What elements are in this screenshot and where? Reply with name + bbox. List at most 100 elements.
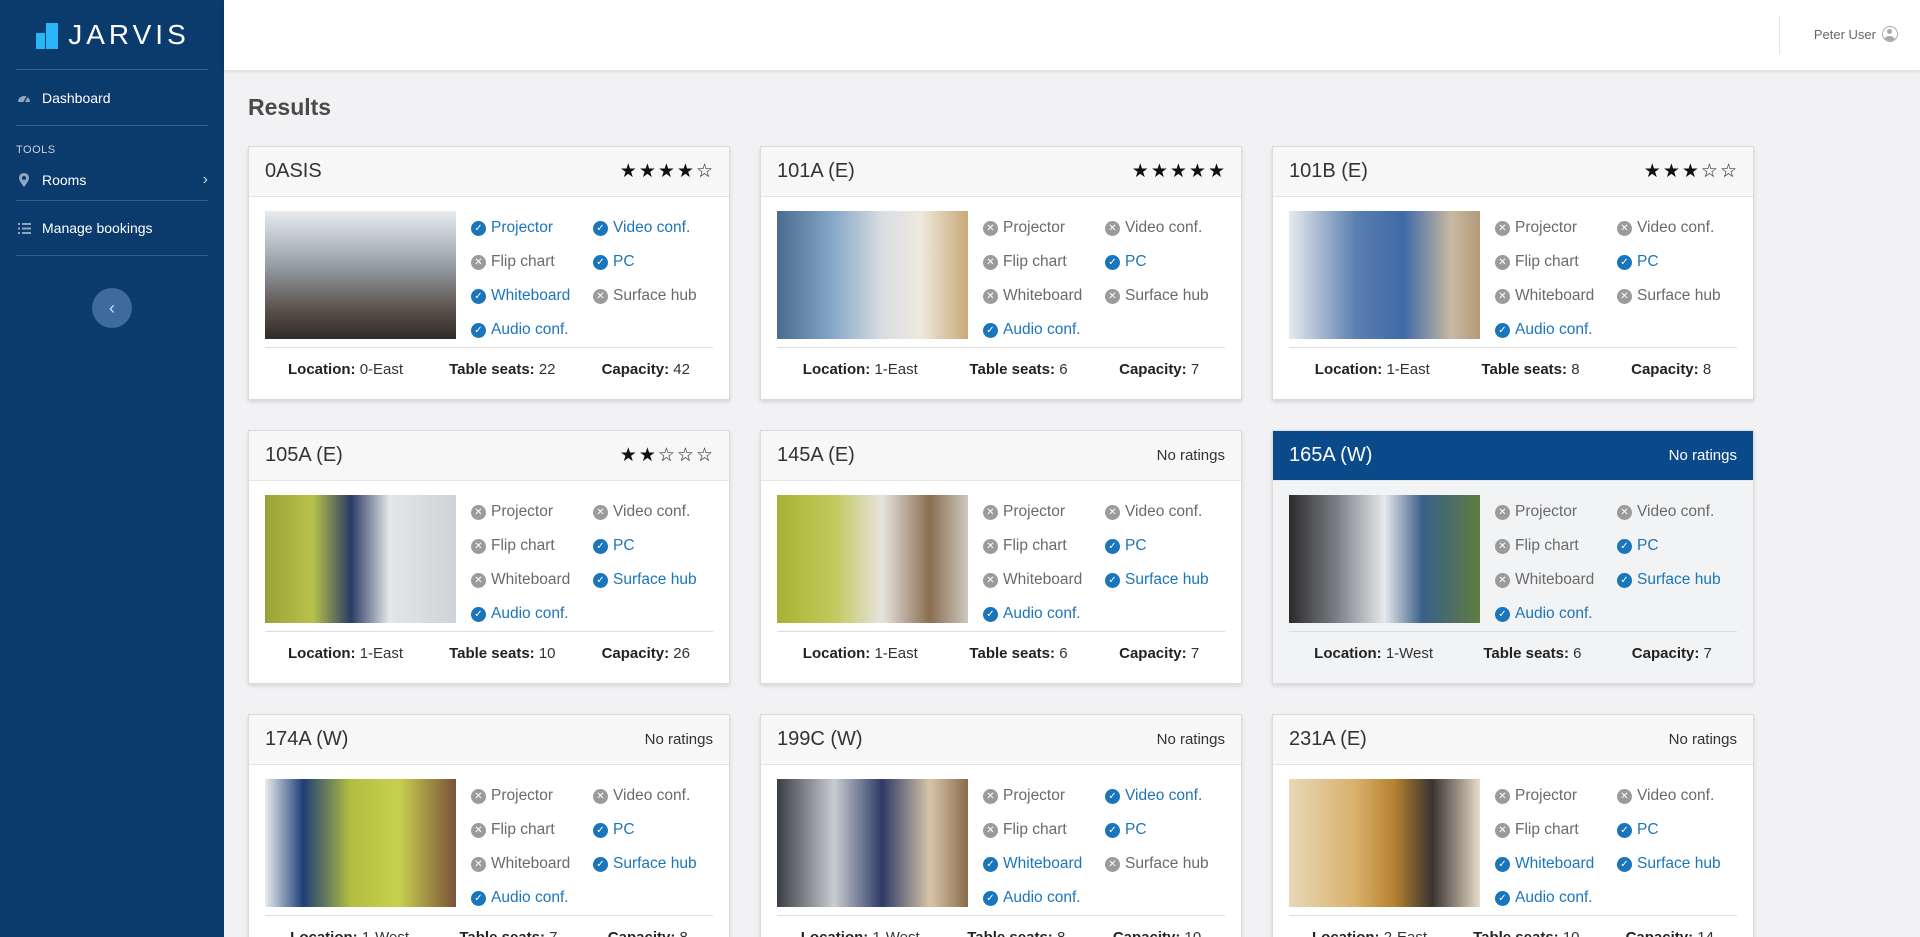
feature-whiteboard: ✕ Whiteboard xyxy=(1495,279,1594,313)
room-card[interactable]: 145A (E) No ratings ✕ Projector ✕ Flip chart ✕… xyxy=(760,430,1242,684)
table-seats-value: 6 xyxy=(1573,645,1582,662)
x-circle-icon: ✕ xyxy=(983,504,998,520)
sidebar-item-rooms[interactable]: Rooms › xyxy=(16,160,208,200)
location-label: Location: xyxy=(288,361,356,378)
table-seats-value: 6 xyxy=(1059,645,1068,662)
room-card-header: 165A (W) No ratings xyxy=(1273,431,1753,481)
location-label: Location: xyxy=(1312,929,1380,937)
feature-label: Flip chart xyxy=(1515,821,1579,838)
table-seats-label: Table seats: xyxy=(1483,645,1569,662)
capacity-value: 42 xyxy=(673,361,690,378)
feature-list-right: ✕ Video conf. ✓ PC ✓ Surface hub xyxy=(593,495,697,597)
table-seats-label: Table seats: xyxy=(459,929,545,937)
check-circle-icon: ✓ xyxy=(983,890,998,906)
feature-label: Audio conf. xyxy=(1515,605,1593,622)
feature-label: Projector xyxy=(1003,787,1066,804)
feature-list-left: ✕ Projector ✕ Flip chart ✕ Whiteboard ✓ Audio c… xyxy=(1495,495,1594,631)
feature-whiteboard: ✕ Whiteboard xyxy=(983,279,1082,313)
x-circle-icon: ✕ xyxy=(471,504,486,520)
feature-flip-chart: ✕ Flip chart xyxy=(1495,245,1594,279)
feature-label: Video conf. xyxy=(1125,787,1203,804)
feature-label: Whiteboard xyxy=(1003,287,1083,304)
room-card[interactable]: 101B (E) ★ ★ ★ ☆ ☆ ✕ Projector ✕ Flip chart ✕ White… xyxy=(1272,146,1754,400)
room-card-body: ✕ Projector ✕ Flip chart ✓ Whiteboard ✓ Audio c… xyxy=(1273,765,1753,915)
location-value: 1-East xyxy=(359,645,404,662)
check-circle-icon: ✓ xyxy=(1617,254,1632,270)
room-card-header: 0ASIS ★ ★ ★ ★ ☆ xyxy=(249,147,729,197)
room-capacity: Capacity: 26 xyxy=(602,645,690,662)
room-location: Location: 1-East xyxy=(288,645,403,662)
capacity-value: 14 xyxy=(1697,929,1714,937)
room-card-footer: Location: 1-East Table seats: 10 Capacity:… xyxy=(265,631,713,675)
feature-whiteboard: ✕ Whiteboard xyxy=(983,563,1082,597)
room-card-footer: Location: 1-West Table seats: 7 Capacity: … xyxy=(265,915,713,937)
location-value: 2-East xyxy=(1384,929,1427,937)
check-circle-icon: ✓ xyxy=(1105,538,1120,554)
feature-pc: ✓ PC xyxy=(593,813,697,847)
app-logo[interactable]: JARVIS xyxy=(16,0,208,70)
room-card[interactable]: 165A (W) No ratings ✕ Projector ✕ Flip chart ✕… xyxy=(1272,430,1754,684)
table-seats-value: 6 xyxy=(1059,361,1068,378)
location-value: 1-East xyxy=(1386,361,1430,378)
room-card[interactable]: 174A (W) No ratings ✕ Projector ✕ Flip chart ✕… xyxy=(248,714,730,937)
feature-video-conf: ✕ Video conf. xyxy=(1617,495,1721,529)
feature-label: Video conf. xyxy=(1637,219,1715,236)
feature-label: Video conf. xyxy=(1637,503,1715,520)
feature-audio-conf: ✓ Audio conf. xyxy=(1495,313,1594,347)
feature-surface-hub: ✓ Surface hub xyxy=(593,563,697,597)
feature-video-conf: ✕ Video conf. xyxy=(593,495,697,529)
room-card-header: 231A (E) No ratings xyxy=(1273,715,1753,765)
table-seats-label: Table seats: xyxy=(1481,361,1568,378)
x-circle-icon: ✕ xyxy=(1495,288,1510,304)
star-empty-icon: ☆ xyxy=(1700,161,1718,182)
feature-flip-chart: ✕ Flip chart xyxy=(983,813,1082,847)
room-photo xyxy=(265,211,456,339)
rating-stars: ★ ★ ★ ☆ ☆ xyxy=(1644,160,1737,183)
feature-label: PC xyxy=(1637,253,1659,270)
sidebar-item-manage-bookings[interactable]: Manage bookings xyxy=(16,200,208,256)
feature-label: Flip chart xyxy=(1515,537,1579,554)
location-label: Location: xyxy=(1314,361,1383,378)
feature-label: Audio conf. xyxy=(491,889,569,906)
check-circle-icon: ✓ xyxy=(983,606,998,622)
feature-label: Projector xyxy=(491,503,554,520)
room-card[interactable]: 105A (E) ★ ★ ☆ ☆ ☆ ✕ Projector ✕ Flip chart ✕ White… xyxy=(248,430,730,684)
feature-video-conf: ✕ Video conf. xyxy=(1617,211,1721,245)
user-menu[interactable]: Peter User xyxy=(1814,26,1898,42)
room-card-footer: Location: 0-East Table seats: 22 Capacity:… xyxy=(265,347,713,391)
table-seats-value: 8 xyxy=(1057,929,1065,937)
feature-label: Audio conf. xyxy=(491,321,569,338)
x-circle-icon: ✕ xyxy=(1495,822,1510,838)
feature-pc: ✓ PC xyxy=(1617,813,1721,847)
check-circle-icon: ✓ xyxy=(471,606,486,622)
divider xyxy=(1779,16,1780,54)
room-name: 145A (E) xyxy=(777,444,855,466)
room-card[interactable]: 0ASIS ★ ★ ★ ★ ☆ ✓ Projector ✕ Flip chart ✓ Whiteboa… xyxy=(248,146,730,400)
feature-label: PC xyxy=(1637,821,1659,838)
room-table-seats: Table seats: 6 xyxy=(969,361,1067,378)
feature-label: Audio conf. xyxy=(491,605,569,622)
x-circle-icon: ✕ xyxy=(593,788,608,804)
sidebar-item-dashboard[interactable]: Dashboard xyxy=(16,70,208,126)
room-table-seats: Table seats: 8 xyxy=(967,929,1065,937)
check-circle-icon: ✓ xyxy=(471,322,486,338)
table-seats-label: Table seats: xyxy=(1473,929,1559,937)
room-name: 105A (E) xyxy=(265,444,343,466)
feature-label: PC xyxy=(1637,537,1659,554)
sidebar-collapse-button[interactable]: ‹ xyxy=(92,288,132,328)
room-card[interactable]: 199C (W) No ratings ✕ Projector ✕ Flip chart ✓… xyxy=(760,714,1242,937)
capacity-label: Capacity: xyxy=(1119,361,1187,378)
rating-stars: ★ ★ ☆ ☆ ☆ xyxy=(620,444,713,467)
check-circle-icon: ✓ xyxy=(1105,788,1120,804)
feature-video-conf: ✕ Video conf. xyxy=(1105,495,1209,529)
room-card[interactable]: 231A (E) No ratings ✕ Projector ✕ Flip chart ✓… xyxy=(1272,714,1754,937)
feature-label: Whiteboard xyxy=(1515,287,1595,304)
feature-label: Audio conf. xyxy=(1515,889,1593,906)
capacity-value: 7 xyxy=(1703,645,1712,662)
feature-label: Surface hub xyxy=(1125,571,1209,588)
check-circle-icon: ✓ xyxy=(1105,572,1120,588)
feature-video-conf: ✕ Video conf. xyxy=(1105,211,1209,245)
feature-label: Projector xyxy=(491,787,554,804)
room-card[interactable]: 101A (E) ★ ★ ★ ★ ★ ✕ Projector ✕ Flip chart ✕ White… xyxy=(760,146,1242,400)
room-capacity: Capacity: 14 xyxy=(1626,929,1714,937)
